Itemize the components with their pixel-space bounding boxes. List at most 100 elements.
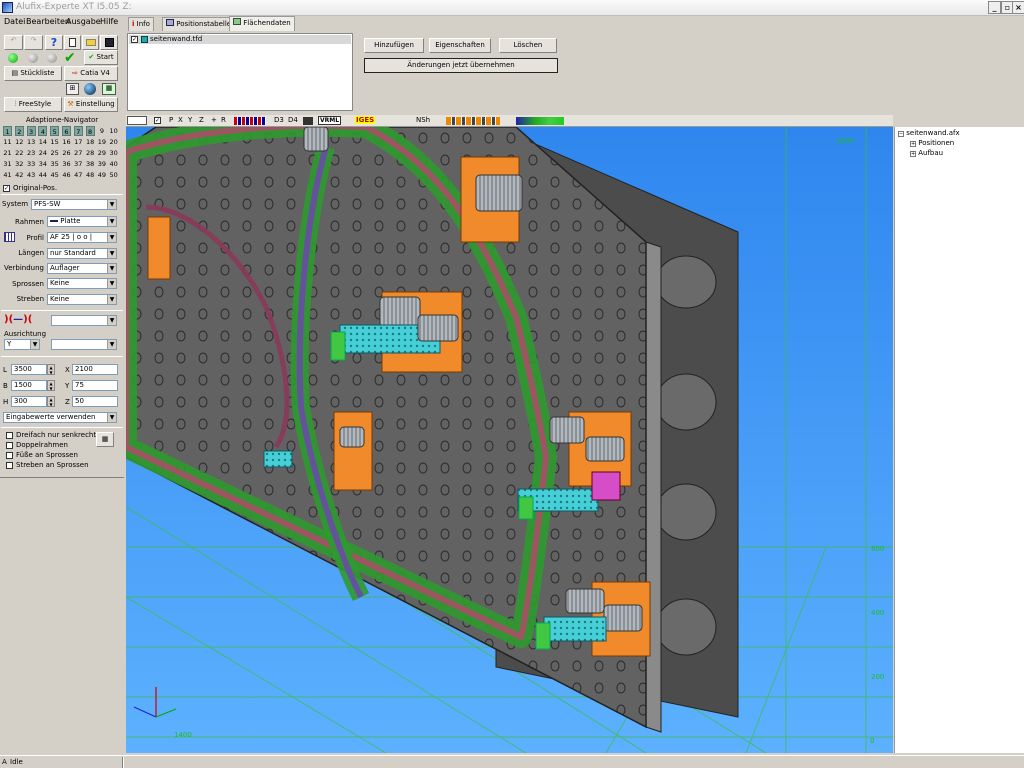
iges-button[interactable]: IGES	[355, 116, 376, 124]
ausrichtung-select[interactable]: Y ▼	[4, 339, 40, 350]
navigator-cell[interactable]: 4	[38, 126, 48, 136]
navigator-cell[interactable]: 48	[86, 170, 95, 180]
original-pos-checkbox[interactable]: ✓	[3, 185, 10, 192]
doppelrahmen-checkbox[interactable]	[6, 442, 13, 449]
navigator-cell[interactable]: 15	[50, 137, 59, 147]
cube-views-icon[interactable]	[234, 117, 266, 125]
view-checkbox[interactable]: ✓	[154, 117, 161, 124]
expand-icon[interactable]: +	[910, 141, 916, 147]
open-folder-button[interactable]	[82, 35, 99, 50]
navigator-cell[interactable]: 30	[109, 148, 118, 158]
spin-icon[interactable]: ▲ ▼	[47, 364, 55, 375]
navigator-cell[interactable]: 34	[38, 159, 47, 169]
undo-button[interactable]: ↶	[4, 35, 23, 50]
laengen-select[interactable]: nur Standard ▼	[47, 248, 117, 259]
d4-button[interactable]: D4	[288, 116, 298, 124]
navigator-cell[interactable]: 20	[109, 137, 118, 147]
navigator-cell[interactable]: 7	[73, 126, 83, 136]
navigator-cell[interactable]: 33	[27, 159, 36, 169]
view-y-button[interactable]: Y	[188, 116, 192, 124]
navigator-cell[interactable]: 35	[50, 159, 59, 169]
minimize-button[interactable]: _	[988, 1, 1001, 14]
start-button[interactable]: ✔ Start	[84, 50, 118, 65]
system-select[interactable]: PFS-SW ▼	[31, 199, 117, 210]
navigator-cell[interactable]: 11	[3, 137, 12, 147]
x-input[interactable]: 2100	[72, 364, 118, 375]
apply-changes-button[interactable]: Änderungen jetzt übernehmen	[364, 58, 558, 73]
navigator-cell[interactable]: 10	[109, 126, 118, 136]
collapse-icon[interactable]: −	[898, 131, 904, 137]
navigator-cell[interactable]: 14	[38, 137, 47, 147]
tab-info[interactable]: i Info	[128, 17, 154, 31]
stueckliste-button[interactable]: ▤ Stückliste	[4, 66, 62, 81]
navigator-cell[interactable]: 13	[27, 137, 36, 147]
nsh-button[interactable]: NSh	[416, 116, 430, 124]
new-file-button[interactable]	[64, 35, 81, 50]
checkmark-icon[interactable]: ✔	[64, 50, 76, 66]
tree-icon[interactable]: ⊞	[66, 83, 79, 95]
verbindung-select[interactable]: Auflager ▼	[47, 263, 117, 274]
rahmen-select[interactable]: Platte ▼	[47, 216, 117, 227]
d3-button[interactable]: D3	[274, 116, 284, 124]
structure-tree[interactable]: − seitenwand.afx + Positionen + Aufbau	[894, 127, 1024, 753]
menu-bearbeiten[interactable]: Bearbeiten	[26, 17, 70, 26]
navigator-cell[interactable]: 38	[86, 159, 95, 169]
navigator-cell[interactable]: 44	[38, 170, 47, 180]
eingabe-select[interactable]: Eingabewerte verwenden ▼	[3, 412, 117, 423]
menu-ausgabe[interactable]: Ausgabe	[66, 17, 101, 26]
tree-item-positionen[interactable]: + Positionen	[910, 139, 954, 147]
film-icon[interactable]	[303, 117, 313, 125]
streben-select[interactable]: Keine ▼	[47, 294, 117, 305]
navigator-cell[interactable]: 16	[62, 137, 71, 147]
navigator-cell[interactable]: 2	[14, 126, 24, 136]
expand-icon[interactable]: +	[910, 151, 916, 157]
tab-positionstabelle[interactable]: Positionstabelle	[162, 17, 236, 31]
navigator-cell[interactable]: 19	[97, 137, 106, 147]
3d-viewport[interactable]: 1000 600 400 200 0 1400	[126, 127, 893, 753]
menu-hilfe[interactable]: Hilfe	[100, 17, 118, 26]
navigator-cell[interactable]: 45	[50, 170, 59, 180]
height-input[interactable]: 300	[11, 396, 47, 407]
streben-sprossen-checkbox[interactable]	[6, 462, 13, 469]
spin-icon[interactable]: ▲ ▼	[47, 396, 55, 407]
einstellung-button[interactable]: ⚒ Einstellung	[64, 97, 118, 112]
calculator-icon[interactable]: ▦	[102, 83, 116, 95]
freestyle-button[interactable]: ⫶ FreeStyle	[4, 97, 62, 112]
menu-datei[interactable]: Datei	[4, 17, 25, 26]
navigator-cell[interactable]: 23	[27, 148, 36, 158]
color-tools-icon[interactable]	[516, 117, 564, 125]
add-button[interactable]: Hinzufügen	[364, 38, 424, 53]
vrml-button[interactable]: VRML	[318, 116, 342, 125]
connector-icon[interactable]: )(—)(	[4, 314, 32, 325]
tree-item-aufbau[interactable]: + Aufbau	[910, 149, 943, 157]
properties-button[interactable]: Eigenschaften	[429, 38, 491, 53]
navigator-cell[interactable]: 41	[3, 170, 12, 180]
navigator-cell[interactable]: 36	[62, 159, 71, 169]
view-z-button[interactable]: Z	[199, 116, 204, 124]
navigator-cell[interactable]: 18	[86, 137, 95, 147]
navigator-cell[interactable]: 5	[50, 126, 60, 136]
view-r-button[interactable]: R	[221, 116, 226, 124]
delete-button[interactable]: Löschen	[499, 38, 557, 53]
grid-icon[interactable]	[4, 232, 15, 242]
catia-button[interactable]: ⇨ Catia V4	[64, 66, 118, 81]
view-p-button[interactable]: P	[169, 116, 173, 124]
navigator-cell[interactable]: 25	[50, 148, 59, 158]
navigator-cell[interactable]: 1	[3, 126, 12, 136]
navigator-cell[interactable]: 46	[62, 170, 71, 180]
file-checkbox[interactable]: ✓	[131, 36, 138, 43]
fuesse-checkbox[interactable]	[6, 452, 13, 459]
navigator-cell[interactable]: 27	[74, 148, 83, 158]
navigator-cell[interactable]: 6	[62, 126, 71, 136]
navigator-cell[interactable]: 22	[15, 148, 24, 158]
navigator-cell[interactable]: 47	[74, 170, 83, 180]
navigator-cell[interactable]: 37	[74, 159, 83, 169]
save-button[interactable]	[100, 35, 118, 50]
navigator-cell[interactable]: 21	[3, 148, 12, 158]
view-plus-button[interactable]: +	[211, 116, 217, 124]
orientation-select[interactable]: ▼	[51, 339, 117, 350]
navigator-cell[interactable]: 43	[27, 170, 36, 180]
navigator-cell[interactable]: 40	[109, 159, 118, 169]
navigator-cell[interactable]: 26	[62, 148, 71, 158]
dreifach-checkbox[interactable]	[6, 432, 13, 439]
